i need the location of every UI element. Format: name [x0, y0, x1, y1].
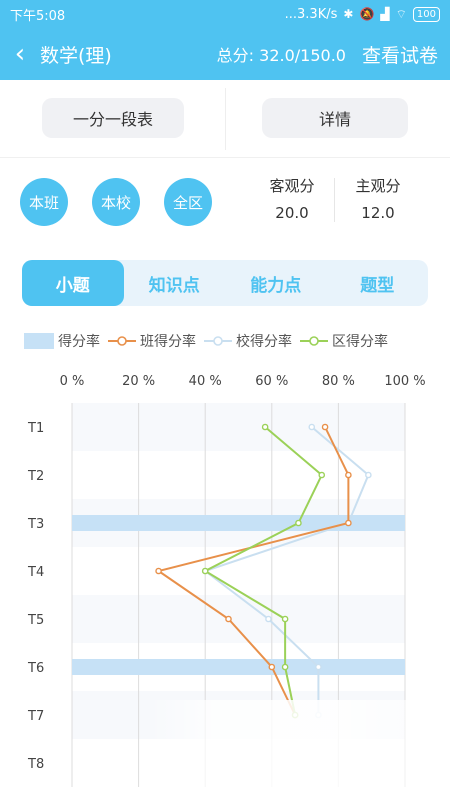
class-rate-point	[268, 663, 276, 671]
total-score: 总分: 32.0/150.0	[216, 46, 346, 65]
battery-icon: 100	[412, 6, 440, 22]
objective-label: 客观分	[269, 177, 315, 195]
scope-school-button[interactable]: 本校	[92, 178, 140, 226]
legend-district-rate: 区得分率	[300, 331, 388, 351]
school-rate-point	[315, 663, 322, 671]
wifi-icon: ⌔	[395, 6, 407, 21]
y-tick-label: T4	[27, 565, 44, 580]
district-rate-point	[281, 615, 289, 623]
y-tick-label: T2	[27, 469, 44, 484]
legend-label: 区得分率	[332, 334, 388, 350]
row-band	[72, 451, 405, 499]
chevron-left-icon: ‹	[14, 39, 26, 69]
y-tick-label: T8	[27, 757, 44, 772]
legend-line-swatch	[204, 336, 232, 346]
score-divider	[334, 178, 335, 222]
x-tick-label: 80 %	[322, 374, 355, 389]
row-band	[72, 403, 405, 451]
status-icons: ...3.3K/s ✱ 🔕 ▟ ⌔ 100	[284, 6, 440, 22]
y-tick-label: T6	[27, 661, 44, 676]
view-paper-button[interactable]: 查看试卷	[362, 41, 438, 68]
y-tick-label: T1	[27, 421, 44, 436]
legend-school-rate: 校得分率	[204, 331, 292, 351]
chart-legend: 得分率 班得分率 校得分率 区得分率	[24, 330, 434, 352]
class-rate-point	[321, 423, 329, 431]
district-rate-point	[318, 471, 326, 479]
tab-knowledge[interactable]: 知识点	[124, 260, 226, 306]
status-bar: 下午5:08 ...3.3K/s ✱ 🔕 ▟ ⌔ 100	[0, 0, 450, 28]
tab-ability[interactable]: 能力点	[225, 260, 327, 306]
subjective-label: 主观分	[355, 177, 401, 195]
page-title: 数学(理)	[40, 44, 112, 67]
legend-label: 校得分率	[236, 334, 292, 350]
legend-line-swatch	[108, 336, 136, 346]
subjective-score: 主观分 12.0	[338, 175, 418, 222]
row-band	[72, 595, 405, 643]
x-tick-label: 40 %	[189, 374, 222, 389]
legend-line-swatch	[300, 336, 328, 346]
district-rate-point	[261, 423, 269, 431]
back-button[interactable]: ‹	[0, 28, 40, 80]
detail-button[interactable]: 详情	[262, 98, 408, 138]
district-rate-point	[295, 519, 302, 527]
score-rate-bar	[72, 515, 405, 531]
legend-class-rate: 班得分率	[108, 331, 196, 351]
legend-label: 班得分率	[140, 334, 196, 350]
scope-class-button[interactable]: 本班	[20, 178, 68, 226]
objective-value: 20.0	[275, 204, 309, 222]
bottom-fade	[150, 700, 450, 800]
x-tick-label: 60 %	[255, 374, 288, 389]
x-tick-label: 20 %	[122, 374, 155, 389]
app-bar: ‹ 数学(理) 总分: 32.0/150.0 查看试卷	[0, 28, 450, 80]
subjective-value: 12.0	[361, 204, 395, 222]
app-screen: 下午5:08 ...3.3K/s ✱ 🔕 ▟ ⌔ 100 ‹ 数学(理) 总分:…	[0, 0, 450, 800]
network-speed: ...3.3K/s	[284, 6, 338, 22]
scope-district-button[interactable]: 全区	[164, 178, 212, 226]
y-tick-label: T5	[27, 613, 44, 628]
class-rate-point	[345, 519, 352, 527]
score-table-button[interactable]: 一分一段表	[42, 98, 184, 138]
school-rate-point	[365, 471, 372, 479]
objective-score: 客观分 20.0	[252, 175, 332, 222]
score-rate-bar	[72, 659, 405, 675]
mute-icon: 🔕	[359, 7, 375, 21]
tab-question[interactable]: 小题	[22, 260, 124, 306]
legend-bar-swatch	[24, 333, 54, 349]
school-rate-point	[265, 615, 272, 623]
analysis-tabs: 小题 知识点 能力点 题型	[22, 260, 428, 306]
legend-score-rate: 得分率	[24, 331, 100, 351]
x-tick-label: 100 %	[384, 374, 425, 389]
status-time: 下午5:08	[10, 8, 66, 24]
legend-label: 得分率	[58, 334, 100, 350]
class-rate-point	[225, 615, 232, 623]
school-rate-point	[308, 423, 316, 431]
bluetooth-icon: ✱	[343, 7, 354, 21]
signal-icon: ▟	[380, 7, 390, 21]
divider	[225, 88, 226, 150]
district-rate-point	[281, 663, 289, 671]
top-actions: 一分一段表 详情	[0, 80, 450, 158]
tab-type[interactable]: 题型	[327, 260, 429, 306]
class-rate-point	[155, 567, 162, 575]
y-tick-label: T7	[27, 709, 44, 724]
x-tick-label: 0 %	[60, 374, 85, 389]
class-rate-point	[345, 471, 352, 479]
district-rate-point	[201, 567, 209, 575]
y-tick-label: T3	[27, 517, 44, 532]
